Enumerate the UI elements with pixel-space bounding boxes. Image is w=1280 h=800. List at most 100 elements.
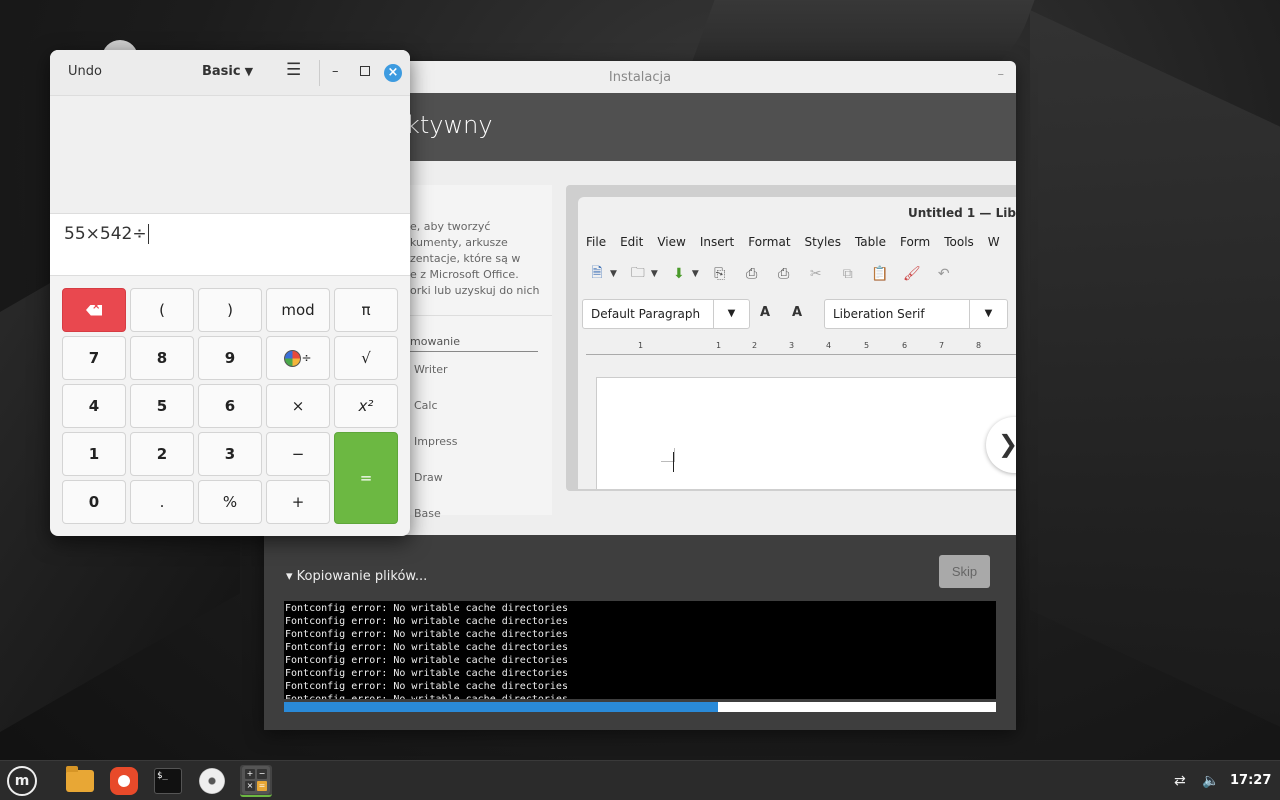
log-line: Fontconfig error: No writable cache dire… <box>285 629 568 640</box>
digit-1-button[interactable]: 1 <box>62 432 126 476</box>
status-text: Kopiowanie plików... <box>296 569 428 584</box>
minimize-button[interactable]: – <box>998 67 1005 82</box>
volume-icon[interactable]: 🔈 <box>1202 773 1219 789</box>
chevron-down-icon: ▼ <box>650 269 658 279</box>
lparen-button[interactable]: ( <box>130 288 194 332</box>
libreoffice-menubar: File Edit View Insert Format Styles Tabl… <box>586 235 1014 249</box>
divider <box>319 60 320 86</box>
log-line: Fontconfig error: No writable cache dire… <box>285 693 995 699</box>
status-expander[interactable]: ▾ Kopiowanie plików... <box>286 569 427 584</box>
log-terminal[interactable]: Fontconfig error: No writable cache dire… <box>284 601 996 699</box>
digit-5-button[interactable]: 5 <box>130 384 194 428</box>
chevron-down-icon: ▼ <box>610 269 617 279</box>
digit-9-button[interactable]: 9 <box>198 336 262 380</box>
ruler-mark: 5 <box>864 341 870 350</box>
percent-button[interactable]: % <box>198 480 262 524</box>
installer-title: Instalacja <box>608 69 672 85</box>
taskbar-calculator[interactable]: + − × = <box>240 765 272 797</box>
undo-button[interactable]: Undo <box>68 64 102 79</box>
ruler-mark: 1 <box>716 341 722 350</box>
triangle-down-icon: ▾ <box>286 569 293 584</box>
text-cursor <box>673 452 674 472</box>
digit-3-button[interactable]: 3 <box>198 432 262 476</box>
network-icon[interactable]: ⇄ <box>1174 773 1186 789</box>
start-menu-button[interactable]: m <box>6 765 38 797</box>
log-line: Fontconfig error: No writable cache dire… <box>285 668 568 679</box>
firefox-icon <box>110 767 138 795</box>
log-line: Fontconfig error: No writable cache dire… <box>285 616 568 627</box>
ruler-mark: 7 <box>939 341 945 350</box>
digit-7-button[interactable]: 7 <box>62 336 126 380</box>
list-item: Draw <box>414 471 443 484</box>
libreoffice-screenshot: Untitled 1 — Libre File Edit View Insert… <box>566 185 1016 491</box>
log-line: Fontconfig error: No writable cache dire… <box>285 603 568 614</box>
divide-button[interactable]: ÷ <box>266 336 330 380</box>
menu-tools: Tools <box>944 235 974 249</box>
skip-button[interactable]: Skip <box>939 555 990 588</box>
hamburger-menu-icon[interactable]: ☰ <box>286 60 304 80</box>
chevron-down-icon: ▼ <box>713 300 749 328</box>
digit-4-button[interactable]: 4 <box>62 384 126 428</box>
square-button[interactable]: x² <box>334 384 398 428</box>
close-button[interactable]: × <box>384 64 402 82</box>
ruler-mark: 2 <box>752 341 758 350</box>
taskbar-installer[interactable] <box>196 765 228 797</box>
sqrt-button[interactable]: √ <box>334 336 398 380</box>
chevron-down-icon: ▼ <box>244 65 254 78</box>
ruler-mark: 3 <box>789 341 795 350</box>
equals-button[interactable]: = <box>334 432 398 524</box>
backspace-icon <box>86 304 102 316</box>
minimize-button[interactable]: – <box>332 64 339 79</box>
cut-icon: ✂ <box>809 266 822 282</box>
paragraph-style-box: Default Paragraph ▼ <box>582 299 750 329</box>
list-item: Writer <box>414 363 448 376</box>
update-style-icon: A <box>760 305 771 320</box>
rparen-button[interactable]: ) <box>198 288 262 332</box>
history-view <box>50 96 410 214</box>
print-preview-icon: ⎙ <box>778 266 790 282</box>
add-button[interactable]: + <box>266 480 330 524</box>
libreoffice-window: Untitled 1 — Libre File Edit View Insert… <box>578 197 1016 489</box>
decimal-point-button[interactable]: . <box>130 480 194 524</box>
mod-button[interactable]: mod <box>266 288 330 332</box>
list-item: Calc <box>414 399 438 412</box>
menu-insert: Insert <box>699 235 735 249</box>
digit-8-button[interactable]: 8 <box>130 336 194 380</box>
export-pdf-icon: ⎘ <box>714 266 726 282</box>
log-line: Fontconfig error: No writable cache dire… <box>285 655 568 666</box>
pi-button[interactable]: π <box>334 288 398 332</box>
progress-fill <box>284 702 719 712</box>
calculator-window: Undo Basic▼ ☰ – × 55×542÷ ( ) mod π 7 8 … <box>50 50 410 536</box>
backspace-button[interactable] <box>62 288 126 332</box>
ruler: 1 1 2 3 4 5 6 7 8 <box>586 341 1016 355</box>
maximize-button[interactable] <box>360 66 370 76</box>
digit-2-button[interactable]: 2 <box>130 432 194 476</box>
list-item: Impress <box>414 435 458 448</box>
subtract-button[interactable]: − <box>266 432 330 476</box>
digit-6-button[interactable]: 6 <box>198 384 262 428</box>
taskbar-files[interactable] <box>64 765 96 797</box>
expression-input[interactable]: 55×542÷ <box>50 214 410 276</box>
taskbar-terminal[interactable]: $_ <box>152 765 184 797</box>
print-icon: ⎙ <box>746 266 758 282</box>
digit-0-button[interactable]: 0 <box>62 480 126 524</box>
menu-table: Table <box>854 235 886 249</box>
taskbar: m $_ + − × = ⇄ 🔈 17:27 <box>0 760 1280 800</box>
slide-description: e, aby tworzyć kumenty, arkusze zentacje… <box>410 220 540 297</box>
open-folder-icon: 🗀 <box>630 265 645 281</box>
document-page <box>596 377 1016 489</box>
installer-progress-area: ▾ Kopiowanie plików... Skip Fontconfig e… <box>264 535 1016 730</box>
multiply-button[interactable]: × <box>266 384 330 428</box>
clock[interactable]: 17:27 <box>1230 773 1271 788</box>
ruler-mark: 6 <box>902 341 908 350</box>
ruler-mark: 1 <box>638 341 644 350</box>
libreoffice-title: Untitled 1 — Libre <box>908 206 1016 220</box>
mode-selector[interactable]: Basic ▼ <box>202 64 253 79</box>
copy-icon: ⧉ <box>842 266 853 282</box>
chevron-down-icon: ▼ <box>969 300 1007 328</box>
taskbar-firefox[interactable] <box>108 765 140 797</box>
menu-edit: Edit <box>620 235 644 249</box>
apps-table-header: mowanie <box>410 335 538 352</box>
log-line: Fontconfig error: No writable cache dire… <box>285 681 568 692</box>
terminal-icon: $_ <box>154 768 182 794</box>
